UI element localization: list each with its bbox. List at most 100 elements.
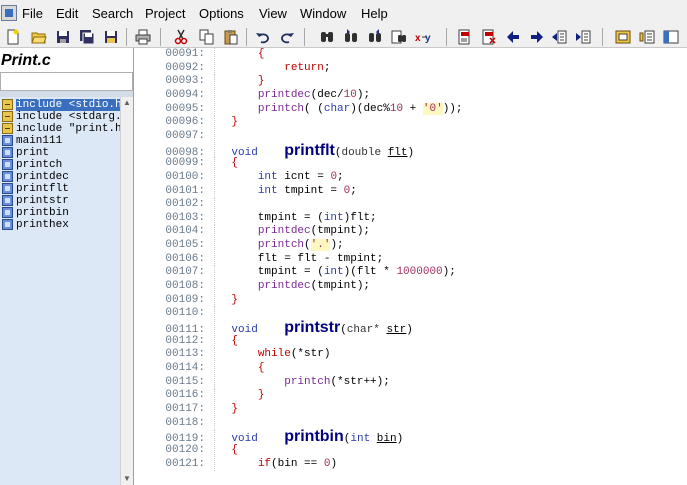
code-line[interactable]: 00101: int tmpint = 0; [135,185,687,198]
code-line[interactable]: 00109: } [135,294,687,307]
app-icon[interactable] [1,5,17,21]
print-icon[interactable] [134,28,152,46]
code-line[interactable]: 00097: [135,130,687,143]
code-line[interactable]: 00116: } [135,389,687,402]
function-item[interactable]: printstr [2,195,69,207]
project-icon[interactable] [614,28,632,46]
save-all-icon[interactable] [78,28,96,46]
jump-icon[interactable] [550,28,568,46]
code-token: ) [330,457,338,470]
menu-view[interactable]: View [257,5,289,22]
redo-icon[interactable] [278,28,296,46]
code-token: flt = flt - tmpint; [205,252,384,265]
arrow-left-icon[interactable] [504,28,522,46]
code-line[interactable]: 00100: int icnt = 0; [135,171,687,184]
arrow-right-icon[interactable] [528,28,546,46]
code-token: (bin == [271,457,324,470]
code-line[interactable]: 00113: while(*str) [135,348,687,361]
code-line[interactable]: 00117: } [135,403,687,416]
code-line[interactable]: 00121: if(bin == 0) [135,458,687,471]
open-folder-icon[interactable] [30,28,48,46]
code-line[interactable]: 00111: void printstr(char* str) [135,320,687,337]
code-token: int [323,266,344,279]
function-item[interactable]: printflt [2,183,69,195]
build-icon[interactable] [638,28,656,46]
code-line[interactable]: 00102: [135,198,687,211]
code-editor[interactable]: 00091: {00092: return; 00093: } 00094: pri… [135,48,687,485]
line-number: 00107: [165,266,205,279]
symbol-search-input[interactable] [0,72,133,91]
undo-icon[interactable] [254,28,272,46]
menu-edit[interactable]: Edit [54,5,80,22]
symbol-label: printflt [16,183,69,195]
code-line[interactable]: 00110: [135,307,687,320]
code-line[interactable]: 00094: printdec(dec/10); [135,89,687,102]
code-token: ( ( [304,102,324,115]
code-line[interactable]: 00106: flt = flt - tmpint; [135,253,687,266]
bookmark-toggle-icon[interactable] [456,28,474,46]
window-icon[interactable] [662,28,680,46]
include-item[interactable]: include <stdio.h [2,99,120,111]
function-item[interactable]: printbin [2,207,69,219]
code-token: icnt = [277,170,331,183]
code-line[interactable]: 00103: tmpint = (int)flt; [135,212,687,225]
code-line[interactable]: 00115: printch(*str++); [135,376,687,389]
code-token: int [323,211,344,224]
symbol-label: printdec [16,171,69,183]
code-token: } [231,116,239,129]
function-item[interactable]: printhex [2,219,69,231]
code-line[interactable]: 00093: } [135,75,687,88]
code-line[interactable]: 00091: { [135,48,687,61]
code-line[interactable]: 00108: printdec(tmpint); [135,280,687,293]
cut-icon[interactable] [172,28,190,46]
menu-help[interactable]: Help [359,5,390,22]
bookmark-clear-icon[interactable] [480,28,498,46]
code-line[interactable]: 00098: void printflt(double flt) [135,142,687,159]
code-line[interactable]: 00112: { [135,335,687,348]
code-line[interactable]: 00107: tmpint = (int)(flt * 1000000); [135,266,687,279]
find-prev-icon[interactable] [366,28,384,46]
save-copy-icon[interactable] [102,28,120,46]
menu-window[interactable]: Window [298,5,348,22]
code-line[interactable]: 00119: void printbin(int bin) [135,429,687,446]
menu-search[interactable]: Search [90,5,135,22]
find-next-icon[interactable] [342,28,360,46]
code-line[interactable]: 00120: { [135,444,687,457]
code-line[interactable]: 00118: [135,417,687,430]
code-token: printch [257,239,305,252]
paste-icon[interactable] [222,28,240,46]
code-line[interactable]: 00092: return; [135,62,687,75]
code-line[interactable]: 00114: { [135,362,687,375]
line-number: 00110: [165,307,205,320]
scroll-up-icon[interactable]: ▲ [121,97,133,109]
find-in-files-icon[interactable] [390,28,408,46]
function-item[interactable]: main111 [2,135,62,147]
function-item[interactable]: printch [2,159,62,171]
menu-project[interactable]: Project [143,5,187,22]
symbol-list-scrollbar[interactable]: ▲ ▼ [120,97,133,485]
symbol-label: include "print.h" [16,123,120,135]
code-line[interactable]: 00104: printdec(tmpint); [135,225,687,238]
menu-file[interactable]: File [20,5,45,22]
line-number: 00091: [165,48,205,60]
function-item[interactable]: print [2,147,49,159]
save-icon[interactable] [54,28,72,46]
code-line[interactable]: 00096: } [135,116,687,129]
replace-icon[interactable]: xy [414,28,432,46]
menu-options[interactable]: Options [197,5,246,22]
include-item[interactable]: include <stdarg.h [2,111,120,123]
jump-back-icon[interactable] [574,28,592,46]
scroll-down-icon[interactable]: ▼ [121,473,133,485]
code-line[interactable]: 00095: printch( (char)(dec%10 + '0')); [135,102,687,116]
copy-icon[interactable] [198,28,216,46]
find-icon[interactable] [318,28,336,46]
code-line[interactable]: 00099: { [135,157,687,170]
new-file-icon[interactable] [4,28,22,46]
include-item[interactable]: include "print.h" [2,123,120,135]
code-token: )flt; [343,211,377,224]
code-line[interactable]: 00105: printch('.'); [135,239,687,252]
function-item[interactable]: printdec [2,171,69,183]
